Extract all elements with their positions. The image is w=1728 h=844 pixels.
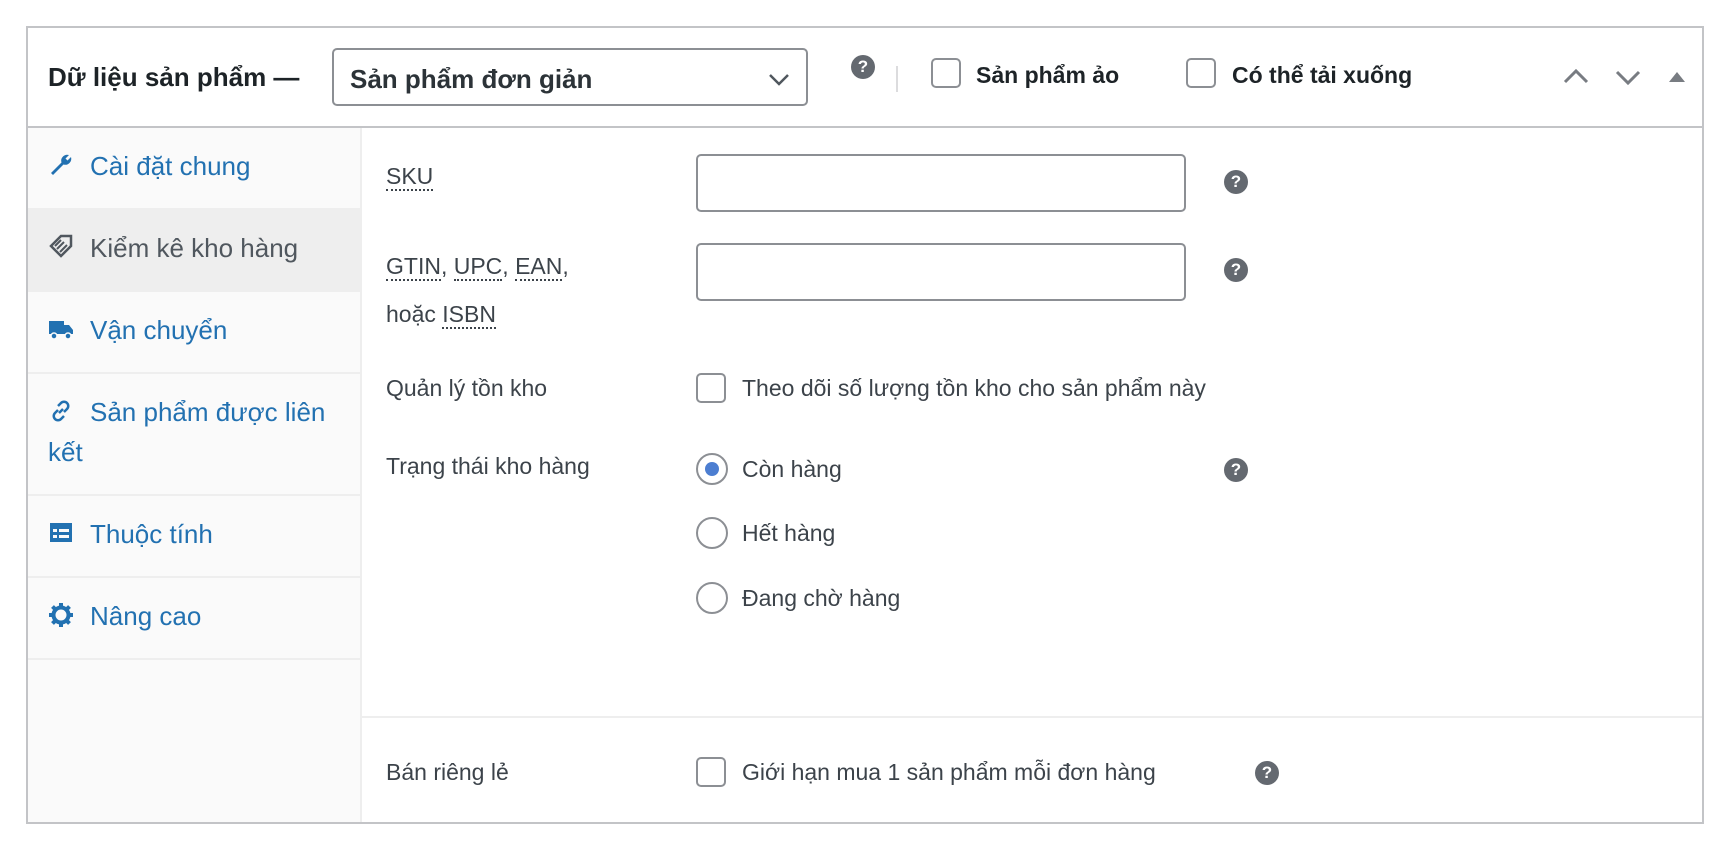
gtin-or-text: hoặc (386, 301, 443, 327)
list-table-icon (50, 523, 72, 542)
tab-shipping[interactable]: Vận chuyển (28, 292, 360, 374)
wrench-icon (51, 154, 72, 175)
gtin-trail: , (562, 253, 569, 279)
product-type-select[interactable]: Sản phẩm đơn giản (332, 48, 808, 106)
stock-status-radio-outofstock[interactable] (696, 517, 728, 549)
downloadable-label: Có thể tải xuống (1232, 62, 1413, 88)
product-data-panel: Dữ liệu sản phẩm — Sản phẩm đơn giản ? S… (26, 26, 1704, 824)
gtin-sep: , (440, 253, 454, 279)
tab-shipping-label: Vận chuyển (90, 315, 228, 345)
ean-abbr: EAN (515, 253, 563, 281)
sku-label: SKU (386, 152, 434, 200)
tab-attributes-label: Thuộc tính (90, 519, 213, 549)
stock-status-label: Trạng thái kho hàng (386, 453, 590, 479)
stock-status-radio-onbackorder[interactable] (696, 582, 728, 614)
tab-attributes[interactable]: Thuộc tính (28, 496, 360, 578)
gtin-label-line1: GTIN, UPC, EAN, (386, 242, 569, 290)
chevron-down-icon (769, 74, 789, 86)
sold-individually-label: Bán riêng lẻ (386, 759, 509, 785)
gtin-input[interactable] (696, 243, 1186, 301)
tag-icon (49, 234, 73, 258)
upc-abbr: UPC (453, 253, 503, 281)
virtual-checkbox[interactable] (931, 58, 961, 88)
tab-linked-products[interactable]: Sản phẩm được liên kết (28, 374, 360, 496)
collapse-toggle-icon[interactable] (1666, 66, 1688, 88)
tab-general[interactable]: Cài đặt chung (28, 128, 360, 210)
section-divider (362, 716, 1702, 718)
help-icon[interactable]: ? (1224, 458, 1248, 482)
manage-stock-label: Quản lý tồn kho (386, 375, 548, 401)
inventory-panel: SKU ? GTIN, UPC, EAN, hoặc ISBN ? Quản l… (362, 128, 1702, 822)
tab-inventory-label: Kiểm kê kho hàng (90, 233, 299, 263)
manage-stock-checkbox[interactable] (696, 373, 726, 403)
manage-stock-checkbox-label: Theo dõi số lượng tồn kho cho sản phẩm n… (742, 375, 1206, 401)
panel-title: Dữ liệu sản phẩm — (48, 62, 300, 92)
tab-linked-products-label: Sản phẩm được liên kết (48, 397, 326, 467)
help-icon[interactable]: ? (1224, 170, 1248, 194)
downloadable-checkbox[interactable] (1186, 58, 1216, 88)
tab-inventory[interactable]: Kiểm kê kho hàng (28, 210, 360, 292)
product-type-value: Sản phẩm đơn giản (350, 64, 593, 94)
sku-input[interactable] (696, 154, 1186, 212)
move-up-icon[interactable] (1561, 62, 1591, 92)
tab-advanced-label: Nâng cao (90, 601, 202, 631)
sold-individually-checkbox[interactable] (696, 757, 726, 787)
tab-general-label: Cài đặt chung (90, 151, 251, 181)
stock-status-option-label: Còn hàng (742, 456, 842, 482)
stock-status-option-label: Đang chờ hàng (742, 585, 901, 611)
help-icon[interactable]: ? (1255, 761, 1279, 785)
tab-advanced[interactable]: Nâng cao (28, 578, 360, 660)
move-down-icon[interactable] (1613, 62, 1643, 92)
gtin-abbr: GTIN (386, 253, 441, 281)
header-separator (896, 66, 898, 92)
help-icon[interactable]: ? (1224, 258, 1248, 282)
isbn-abbr: ISBN (442, 301, 496, 329)
stock-status-radio-instock[interactable] (696, 453, 728, 485)
sold-individually-checkbox-label: Giới hạn mua 1 sản phẩm mỗi đơn hàng (742, 759, 1156, 785)
product-data-header: Dữ liệu sản phẩm — Sản phẩm đơn giản ? S… (28, 28, 1702, 128)
truck-icon (49, 321, 73, 340)
virtual-label: Sản phẩm ảo (976, 62, 1120, 88)
gear-icon (49, 603, 73, 627)
stock-status-option-label: Hết hàng (742, 520, 836, 546)
gtin-label-line2: hoặc ISBN (386, 290, 496, 338)
help-icon[interactable]: ? (851, 55, 875, 79)
sku-abbr: SKU (386, 163, 434, 191)
product-data-tabs: Cài đặt chung Kiểm kê kho hàng Vận chuyể… (28, 128, 362, 822)
gtin-sep: , (502, 253, 516, 279)
